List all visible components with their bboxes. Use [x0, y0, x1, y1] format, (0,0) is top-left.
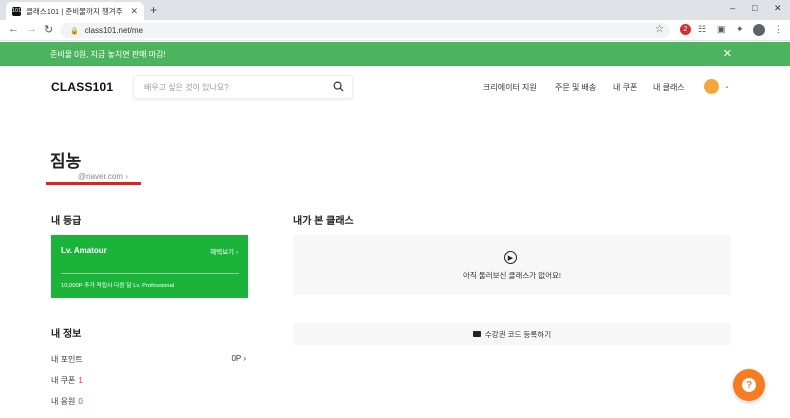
banner-text: 준비물 0원, 지금 놓치면 판매 마감! — [50, 49, 166, 59]
my-cheers-row[interactable]: 내 응원 0 — [51, 396, 246, 407]
chevron-down-icon[interactable]: ⌄ — [724, 82, 730, 90]
browser-tab[interactable]: 101 클래스101 | 준비물까지 챙겨주 ✕ — [6, 2, 144, 20]
grade-divider — [61, 273, 239, 274]
tab-title: 클래스101 | 준비물까지 챙겨주 — [26, 6, 123, 16]
my-info-section-title: 내 정보 — [51, 329, 82, 340]
grade-level: Lv. Amatour — [61, 246, 107, 255]
back-icon[interactable]: ← — [8, 23, 19, 35]
my-coupons-row[interactable]: 내 쿠폰 1 — [51, 375, 246, 386]
search-icon[interactable] — [333, 81, 344, 92]
my-cheers-label: 내 응원 — [51, 397, 76, 406]
register-coupon-code-label: 수강권 코드 등록하기 — [484, 329, 552, 339]
user-email-link[interactable]: @naver.com › — [78, 172, 128, 181]
my-cheers-count: 0 — [78, 397, 83, 406]
avatar[interactable] — [704, 79, 719, 94]
address-bar[interactable]: 🔒 class101.net/me ☆ — [60, 23, 670, 38]
empty-state-text: 아직 둘러보신 클래스가 없어요! — [462, 271, 562, 280]
search-placeholder: 배우고 싶은 것이 있나요? — [144, 82, 229, 92]
ticket-icon — [472, 331, 481, 337]
class101-logo[interactable]: CLASS101 — [51, 80, 113, 94]
my-points-label: 내 포인트 — [51, 355, 83, 364]
reload-icon[interactable]: ↻ — [44, 23, 53, 36]
my-points-value: 0P › — [231, 354, 246, 363]
nav-my-coupons[interactable]: 내 쿠폰 — [613, 82, 637, 93]
site-header: CLASS101 배우고 싶은 것이 있나요? 크리에이터 지원 주문 및 배송… — [0, 66, 790, 108]
window-close-icon[interactable]: ✕ — [774, 3, 782, 14]
url-text: class101.net/me — [84, 26, 143, 35]
translate-icon[interactable]: ☷ — [698, 24, 706, 35]
grade-card: Lv. Amatour 혜택보기 › 10,000P 추가 적립시 다음 달 L… — [51, 235, 248, 298]
extensions-puzzle-icon[interactable]: ✦ — [736, 24, 744, 35]
new-tab-button[interactable]: + — [150, 3, 157, 17]
register-coupon-code-button[interactable]: 수강권 코드 등록하기 — [293, 323, 731, 345]
empty-play-icon: ▶ — [504, 251, 517, 264]
my-coupons-count: 1 — [78, 376, 83, 385]
grade-points-note: 10,000P 추가 적립시 다음 달 Lv. Professional — [61, 283, 175, 289]
browser-tab-bar: 101 클래스101 | 준비물까지 챙겨주 ✕ + – □ ✕ — [0, 0, 790, 20]
bookmark-star-icon[interactable]: ☆ — [655, 24, 664, 35]
extension-badge-icon[interactable]: 2 — [680, 24, 691, 35]
nav-creator-support[interactable]: 크리에이터 지원 — [483, 82, 537, 93]
nav-my-classes[interactable]: 내 클래스 — [653, 82, 685, 93]
grade-section-title: 내 등급 — [51, 216, 82, 227]
annotation-underline — [46, 182, 141, 185]
minimize-icon[interactable]: – — [730, 3, 735, 13]
user-name: 짐농 — [50, 152, 82, 171]
forward-icon[interactable]: → — [26, 23, 37, 35]
viewed-classes-section-title: 내가 본 클래스 — [293, 216, 354, 227]
help-chat-button[interactable]: ? — [733, 369, 765, 401]
class101-favicon-icon: 101 — [11, 6, 22, 16]
benefit-link[interactable]: 혜택보기 › — [210, 246, 238, 256]
my-coupons-label: 내 쿠폰 — [51, 376, 76, 385]
promo-banner: 준비물 0원, 지금 놓치면 판매 마감! ✕ — [0, 42, 790, 66]
my-points-row[interactable]: 내 포인트 0P › — [51, 354, 246, 365]
viewed-classes-empty-state: ▶ 아직 둘러보신 클래스가 없어요! — [293, 235, 731, 295]
question-icon: ? — [742, 378, 756, 392]
search-input[interactable]: 배우고 싶은 것이 있나요? — [133, 75, 353, 99]
tab-close-icon[interactable]: ✕ — [130, 6, 138, 17]
nav-orders-shipping[interactable]: 주문 및 배송 — [555, 82, 596, 93]
browser-toolbar: ← → ↻ 🔒 class101.net/me ☆ 2 ☷ ▣ ✦ ⋮ — [0, 20, 790, 41]
browser-profile-icon[interactable] — [753, 24, 765, 36]
maximize-icon[interactable]: □ — [752, 3, 757, 13]
lock-icon: 🔒 — [70, 27, 79, 35]
camera-icon[interactable]: ▣ — [717, 24, 726, 35]
banner-close-icon[interactable]: ✕ — [723, 47, 732, 60]
browser-menu-icon[interactable]: ⋮ — [774, 24, 783, 35]
